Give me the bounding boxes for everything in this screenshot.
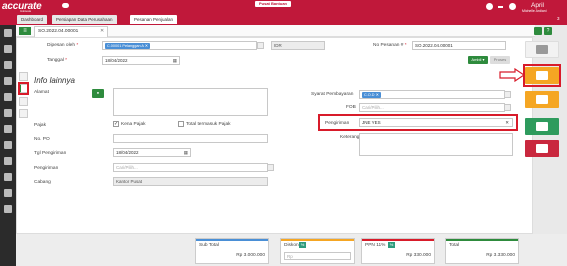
syarat-chip[interactable]: C.O.D ✕ bbox=[362, 92, 381, 98]
sidebar-icon-company[interactable] bbox=[4, 189, 12, 197]
currency-field: IDR bbox=[271, 41, 325, 50]
keterangan-textarea[interactable] bbox=[359, 133, 513, 156]
calendar-icon[interactable]: ▦ bbox=[184, 149, 188, 157]
highlight-print bbox=[523, 64, 561, 87]
sidebar-icon-shipping[interactable] bbox=[4, 93, 12, 101]
subtab-notes[interactable] bbox=[19, 97, 28, 106]
proses-button[interactable]: Proses bbox=[490, 56, 510, 64]
tanggal-value: 18/04/2022 bbox=[105, 58, 128, 63]
total-termasuk-pajak-checkbox[interactable] bbox=[178, 121, 184, 127]
pengiriman-placeholder: Cari/Pilih... bbox=[116, 165, 138, 170]
cloud-icon bbox=[62, 3, 69, 8]
tab-persiapan-data[interactable]: Persiapan Data Perusahaan bbox=[52, 15, 117, 24]
no-po-field[interactable] bbox=[113, 134, 268, 143]
briefcase-icon bbox=[536, 122, 548, 131]
minimize-icon[interactable] bbox=[498, 6, 503, 8]
sidebar-icon-report[interactable] bbox=[4, 173, 12, 181]
document-tab-label: SO.2022.04.00001 bbox=[38, 29, 79, 34]
sidebar-icon-home[interactable] bbox=[4, 29, 12, 37]
diskon-field[interactable]: Rp bbox=[284, 252, 351, 260]
user-subtitle: Michelle Ardiani bbox=[522, 9, 547, 13]
subtab-history[interactable] bbox=[19, 109, 28, 118]
search-icon[interactable] bbox=[504, 104, 511, 111]
arrow-pointer-icon bbox=[499, 67, 526, 83]
help-center-button[interactable]: Pusat Bantuan bbox=[255, 1, 291, 7]
ppn-card: PPN 11% % Rp 330.000 bbox=[361, 238, 435, 264]
syarat-pembayaran-field[interactable]: C.O.D ✕ bbox=[359, 90, 505, 99]
document-tab[interactable]: SO.2022.04.00001 ✕ bbox=[34, 26, 108, 37]
cabang-label: Cabang bbox=[34, 180, 51, 185]
highlight-subtab bbox=[18, 82, 29, 95]
pengiriman-label: Pengiriman bbox=[34, 166, 59, 171]
subtotal-label: Sub Total bbox=[199, 243, 219, 248]
ppn-label: PPN 11% bbox=[365, 243, 386, 248]
no-pesanan-label: No Pesanan # * bbox=[373, 43, 407, 48]
sidebar-icon-bank[interactable] bbox=[4, 125, 12, 133]
tab-count: 3 bbox=[557, 16, 560, 21]
search-icon[interactable] bbox=[504, 91, 511, 98]
notification-icon[interactable] bbox=[486, 3, 493, 10]
total-value: Rp 3.330.000 bbox=[486, 253, 515, 258]
alamat-label: Alamat bbox=[34, 90, 49, 95]
fob-placeholder: Cari/Pilih... bbox=[362, 105, 384, 110]
tgl-pengiriman-label: Tgl Pengiriman bbox=[34, 151, 67, 156]
no-po-label: No. PO bbox=[34, 137, 50, 142]
section-title: Info lainnya bbox=[34, 76, 75, 85]
sidebar-icon-sales[interactable] bbox=[4, 45, 12, 53]
diskon-card: Diskon % Rp bbox=[280, 238, 355, 264]
sidebar-icon-settings[interactable] bbox=[4, 205, 12, 213]
total-card: Total Rp 3.330.000 bbox=[445, 238, 519, 264]
total-termasuk-pajak-label: Total termasuk Pajak bbox=[186, 122, 231, 127]
tanggal-label: Tanggal * bbox=[47, 58, 68, 63]
calendar-icon[interactable]: ▦ bbox=[173, 57, 177, 65]
customer-chip[interactable]: C.00001 Pelanggan A ✕ bbox=[105, 43, 150, 49]
fob-field[interactable]: Cari/Pilih... bbox=[359, 103, 505, 112]
save-icon bbox=[536, 45, 548, 54]
paperclip-icon bbox=[536, 95, 548, 104]
gear-icon[interactable] bbox=[534, 27, 542, 35]
tab-dashboard[interactable]: Dashboard bbox=[17, 15, 48, 24]
sidebar-icon-cash[interactable] bbox=[4, 109, 12, 117]
customer-field[interactable]: C.00001 Pelanggan A ✕ bbox=[102, 41, 257, 50]
cabang-field: Kantor Pusat bbox=[113, 177, 268, 186]
subtotal-card: Sub Total Rp 3.000.000 bbox=[195, 238, 269, 264]
close-tab-icon[interactable]: ✕ bbox=[100, 27, 104, 37]
syarat-pembayaran-label: Syarat Pembayaran bbox=[311, 92, 354, 97]
diskon-label: Diskon bbox=[284, 243, 299, 248]
no-pesanan-field[interactable]: SO.2022.04.00001 bbox=[412, 41, 506, 50]
dipesan-oleh-label: Dipesan oleh * bbox=[47, 43, 79, 48]
ppn-percent-badge[interactable]: % bbox=[388, 242, 395, 248]
highlight-pengiriman bbox=[318, 114, 518, 131]
subtotal-value: Rp 3.000.000 bbox=[236, 253, 265, 258]
diskon-value: Rp bbox=[287, 254, 293, 259]
search-icon[interactable] bbox=[267, 164, 274, 171]
tgl-pengiriman-value: 18/04/2022 bbox=[116, 150, 139, 155]
pajak-label: Pajak bbox=[34, 123, 46, 128]
sidebar-icon-manufacture[interactable] bbox=[4, 157, 12, 165]
ambil-button[interactable]: Ambil ▾ bbox=[468, 56, 488, 64]
sidebar-icon-inventory[interactable] bbox=[4, 77, 12, 85]
sidebar-icon-assets[interactable] bbox=[4, 141, 12, 149]
user-name[interactable]: April bbox=[531, 2, 544, 9]
map-pin-button[interactable]: ● bbox=[92, 89, 104, 98]
hamburger-menu-icon[interactable]: ≡ bbox=[19, 27, 31, 35]
sidebar-icon-purchase[interactable] bbox=[4, 61, 12, 69]
trash-icon bbox=[536, 144, 548, 153]
kena-pajak-label: Kena Pajak bbox=[121, 122, 146, 127]
kena-pajak-checkbox[interactable]: ✓ bbox=[113, 121, 119, 127]
help-icon[interactable]: ? bbox=[544, 27, 552, 35]
alamat-textarea[interactable] bbox=[113, 88, 268, 116]
tab-pesanan-penjualan[interactable]: Pesanan Penjualan bbox=[130, 15, 178, 24]
diskon-percent-badge[interactable]: % bbox=[299, 242, 306, 248]
ppn-value: Rp 330.000 bbox=[406, 253, 431, 258]
user-avatar[interactable] bbox=[509, 3, 516, 10]
pengiriman-field[interactable]: Cari/Pilih... bbox=[113, 163, 268, 172]
tgl-pengiriman-field[interactable]: 18/04/2022 ▦ bbox=[113, 148, 191, 157]
app-logo-sub: Indonesia bbox=[20, 10, 31, 13]
total-label: Total bbox=[449, 243, 460, 248]
fob-label: FOB bbox=[346, 105, 356, 110]
subtab-detail[interactable] bbox=[19, 72, 28, 81]
search-icon[interactable] bbox=[257, 42, 264, 49]
tanggal-field[interactable]: 18/04/2022 ▦ bbox=[102, 56, 180, 65]
